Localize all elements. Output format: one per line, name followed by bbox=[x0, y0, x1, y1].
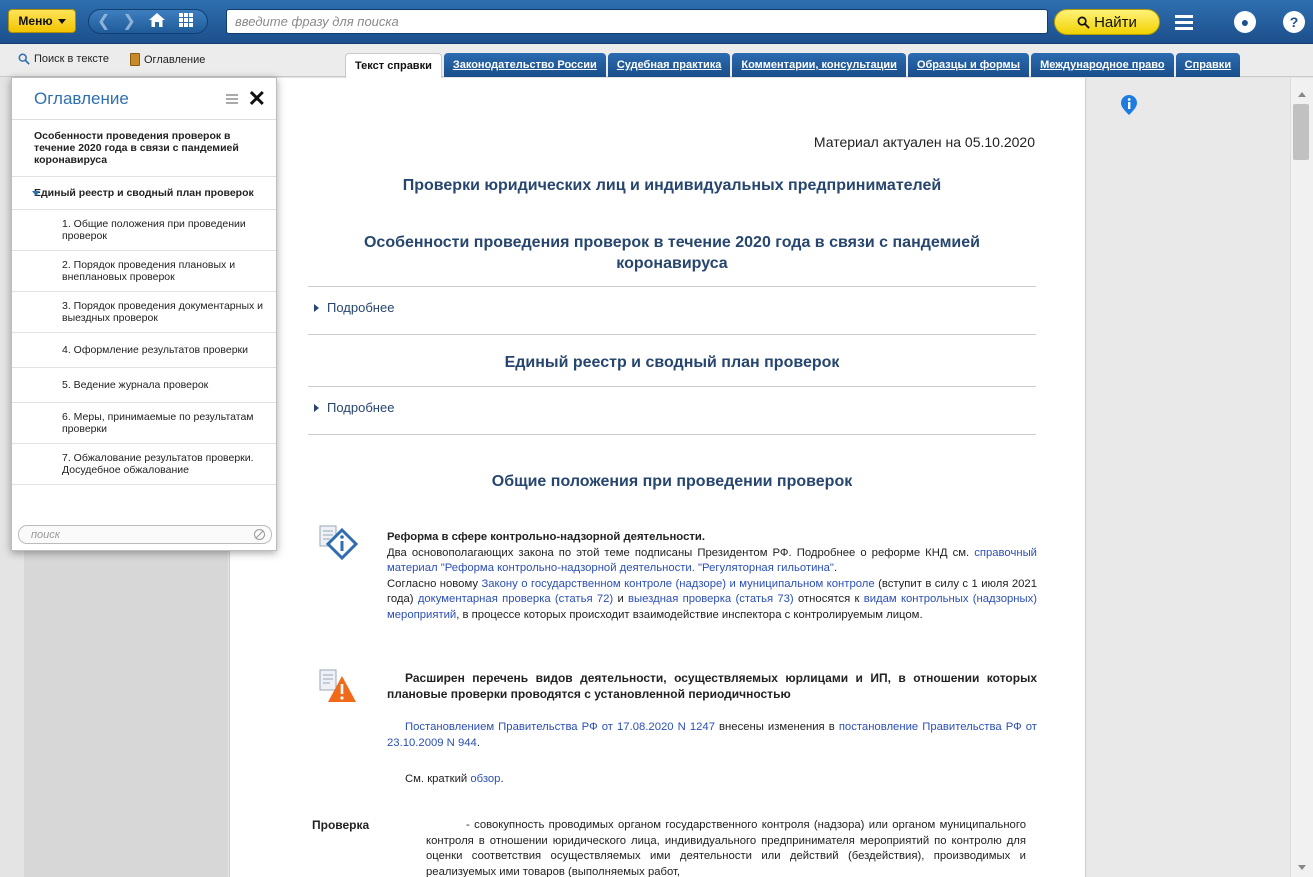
divider bbox=[308, 334, 1036, 335]
close-icon[interactable]: ✕ bbox=[248, 87, 266, 109]
contents-title: Оглавление bbox=[34, 88, 129, 108]
text: . bbox=[500, 773, 504, 785]
definition-text: - совокупность проводимых органом госуда… bbox=[426, 819, 1026, 877]
text: внесены изменения в bbox=[714, 721, 839, 733]
text: , в процессе которых происходит взаимоде… bbox=[456, 608, 923, 621]
top-toolbar: Меню ❮ ❯ Найти ● ? bbox=[0, 0, 1313, 44]
toc-item[interactable]: 5. Ведение журнала проверок bbox=[12, 368, 276, 403]
doc-heading-main: Проверки юридических лиц и индивидуальны… bbox=[402, 177, 942, 194]
actuality-date: Материал актуален на 05.10.2020 bbox=[813, 134, 1035, 150]
link-decree-1247[interactable]: Постановлением Правительства РФ от 17.08… bbox=[405, 721, 715, 733]
text: . bbox=[833, 562, 838, 574]
toc-item-label: Единый реестр и сводный план проверок bbox=[34, 187, 254, 199]
note-reform-title: Реформа в сфере контрольно-надзорной дея… bbox=[387, 531, 705, 543]
right-panel bbox=[1087, 78, 1290, 877]
grid-icon[interactable] bbox=[178, 12, 194, 32]
toc-item[interactable]: 3. Порядок проведения документарных и вы… bbox=[12, 292, 276, 333]
contents-search bbox=[18, 525, 272, 544]
hamburger-icon[interactable] bbox=[1171, 9, 1197, 35]
link-control-law[interactable]: Закону о государственном контроле (надзо… bbox=[481, 578, 874, 590]
clear-icon[interactable] bbox=[254, 529, 265, 540]
tab-text[interactable]: Текст справки bbox=[345, 53, 442, 78]
contents-label: Оглавление bbox=[144, 53, 206, 66]
find-button-label: Найти bbox=[1094, 13, 1137, 31]
caret-right-icon bbox=[314, 403, 319, 412]
toc-item[interactable]: 7. Обжалование результатов проверки. Дос… bbox=[12, 444, 276, 485]
forward-arrow-icon[interactable]: ❯ bbox=[122, 13, 135, 30]
tab-forms[interactable]: Образцы и формы bbox=[907, 53, 1030, 77]
info-icon[interactable] bbox=[1120, 94, 1138, 116]
book-icon bbox=[130, 53, 140, 66]
toc-item[interactable]: Особенности проведения проверок в течени… bbox=[12, 120, 276, 177]
document-view: Материал актуален на 05.10.2020 Проверки… bbox=[229, 78, 1086, 877]
tab-comments[interactable]: Комментарии, консультации bbox=[732, 53, 906, 77]
text: . bbox=[476, 736, 480, 749]
nav-group: ❮ ❯ bbox=[88, 9, 208, 34]
toc-item[interactable]: 1. Общие положения при проведении провер… bbox=[12, 210, 276, 251]
note-periodicity: Расширен перечень видов деятельности, ос… bbox=[387, 670, 1037, 702]
home-icon[interactable] bbox=[148, 12, 166, 32]
tab-references[interactable]: Справки bbox=[1175, 53, 1241, 77]
warning-note-icon bbox=[319, 669, 356, 702]
doc-heading-registry: Единый реестр и сводный план проверок bbox=[504, 354, 840, 371]
scroll-thumb[interactable] bbox=[1293, 104, 1309, 160]
tab-court-practice[interactable]: Судебная практика bbox=[607, 53, 731, 77]
help-icon[interactable]: ? bbox=[1281, 9, 1307, 35]
toc-item[interactable]: 6. Меры, принимаемые по результатам пров… bbox=[12, 403, 276, 444]
expand-more-label: Подробнее bbox=[327, 400, 395, 415]
doc-tabs: Текст справки Законодательство России Су… bbox=[345, 53, 1241, 78]
menu-button[interactable]: Меню bbox=[8, 9, 76, 33]
contents-button[interactable]: Оглавление bbox=[130, 53, 205, 66]
search-in-text-button[interactable]: Поиск в тексте bbox=[18, 53, 109, 65]
note-periodicity-title: Расширен перечень видов деятельности, ос… bbox=[387, 671, 1037, 701]
doc-heading-pandemic: Особенности проведения проверок в течени… bbox=[363, 234, 980, 272]
search-icon bbox=[1077, 16, 1090, 29]
toc-item[interactable]: Единый реестр и сводный план проверок bbox=[12, 177, 276, 210]
back-arrow-icon[interactable]: ❮ bbox=[97, 13, 110, 30]
expand-more-label: Подробнее bbox=[327, 300, 395, 315]
note-reform: Реформа в сфере контрольно-надзорной дея… bbox=[387, 530, 1037, 623]
tab-legislation[interactable]: Законодательство России bbox=[443, 53, 606, 77]
contents-header: Оглавление ✕ bbox=[12, 78, 276, 120]
toc-item[interactable]: 4. Оформление результатов проверки bbox=[12, 333, 276, 368]
scroll-down-icon[interactable] bbox=[1298, 865, 1306, 870]
link-review[interactable]: обзор bbox=[470, 773, 500, 785]
text: Два основополагающих закона по этой теме… bbox=[387, 546, 975, 559]
user-icon[interactable]: ● bbox=[1232, 9, 1258, 35]
tab-international[interactable]: Международное право bbox=[1031, 53, 1174, 77]
expand-more-2[interactable]: Подробнее bbox=[314, 400, 394, 415]
divider bbox=[308, 434, 1036, 435]
divider bbox=[308, 386, 1036, 387]
text: Согласно новому bbox=[387, 577, 482, 590]
divider bbox=[308, 286, 1036, 287]
caret-right-icon bbox=[314, 303, 319, 312]
menu-button-label: Меню bbox=[18, 14, 53, 28]
text: и bbox=[613, 593, 629, 605]
caret-down-icon bbox=[32, 191, 40, 196]
search-icon bbox=[18, 53, 30, 65]
paragraph-see-review: См. краткий обзор. bbox=[387, 772, 1037, 788]
contents-panel: Оглавление ✕ Особенности проведения пров… bbox=[11, 77, 277, 551]
link-article-72[interactable]: документарная проверка (статья 72) bbox=[418, 593, 613, 605]
toc-item[interactable]: 2. Порядок проведения плановых и внеплан… bbox=[12, 251, 276, 292]
chevron-down-icon bbox=[57, 18, 66, 24]
paragraph-decree: Постановлением Правительства РФ от 17.08… bbox=[387, 720, 1037, 751]
secondary-toolbar: Поиск в тексте Оглавление Текст справки … bbox=[0, 44, 1313, 78]
info-note-icon bbox=[319, 525, 358, 561]
search-in-text-label: Поиск в тексте bbox=[34, 53, 109, 65]
expand-more-1[interactable]: Подробнее bbox=[314, 300, 394, 315]
scroll-up-icon[interactable] bbox=[1298, 92, 1306, 97]
contents-search-input[interactable] bbox=[19, 526, 239, 543]
link-article-73[interactable]: выездная проверка (статья 73) bbox=[628, 593, 794, 605]
find-button[interactable]: Найти bbox=[1054, 9, 1160, 35]
text: См. краткий bbox=[405, 773, 471, 785]
text: относятся к bbox=[793, 593, 864, 605]
definition-term: Проверка bbox=[312, 818, 370, 832]
doc-heading-general: Общие положения при проведении проверок bbox=[491, 473, 853, 490]
search-input[interactable] bbox=[227, 10, 1047, 33]
contents-list: Особенности проведения проверок в течени… bbox=[12, 120, 276, 485]
list-icon[interactable] bbox=[225, 92, 238, 106]
search-field bbox=[226, 9, 1048, 34]
scrollbar[interactable] bbox=[1290, 78, 1313, 877]
